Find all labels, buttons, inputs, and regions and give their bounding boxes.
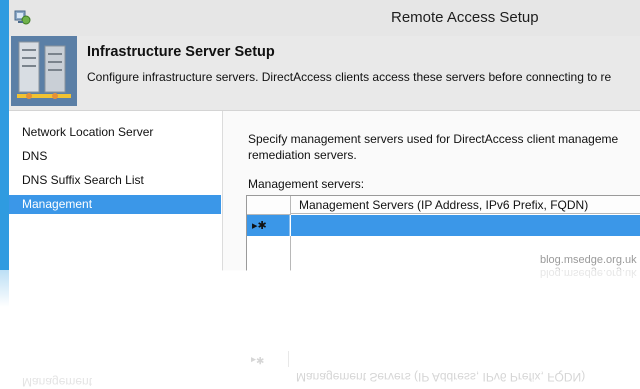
remote-access-app-icon [14,10,31,25]
panel-description-line1: Specify management servers used for Dire… [248,132,619,146]
window-title: Remote Access Setup [391,9,539,26]
column-header-reflection: Management Servers (IP Address, IPv6 Pre… [296,370,586,384]
title-bar[interactable]: Remote Access Setup [9,0,640,36]
page-title: Infrastructure Server Setup [87,44,275,60]
grid-header-corner[interactable] [247,196,291,215]
grid-column-header-management-servers[interactable]: Management Servers (IP Address, IPv6 Pre… [291,196,640,214]
remote-access-setup-window: Remote Access Setup Infrastructure Serve… [0,0,640,389]
watermark: blog.msedge.org.uk [540,254,637,266]
window-border-reflection [0,267,9,307]
sidebar-label-reflection: Management [22,375,93,389]
nav-item-network-location-server[interactable]: Network Location Server [9,123,221,142]
new-row-indicator[interactable]: ▸✱ [247,215,290,236]
grid-marker-reflection: ▸✱ [246,351,289,367]
nav-item-dns[interactable]: DNS [9,147,221,166]
nav-item-dns-suffix-search-list[interactable]: DNS Suffix Search List [9,171,221,190]
management-servers-label: Management servers: [248,177,365,191]
nav-item-management[interactable]: Management [9,195,221,214]
page-description: Configure infrastructure servers. Direct… [87,70,612,84]
grid-row-header-area [247,236,291,271]
server-rack-icon [11,36,77,106]
management-panel: Specify management servers used for Dire… [223,111,640,271]
new-row-server-cell[interactable] [291,215,640,236]
wizard-navigation: Network Location Server DNS DNS Suffix S… [9,111,223,271]
window-left-border [0,0,9,270]
panel-description-line2: remediation servers. [248,148,357,162]
page-header: Infrastructure Server Setup Configure in… [9,36,640,111]
